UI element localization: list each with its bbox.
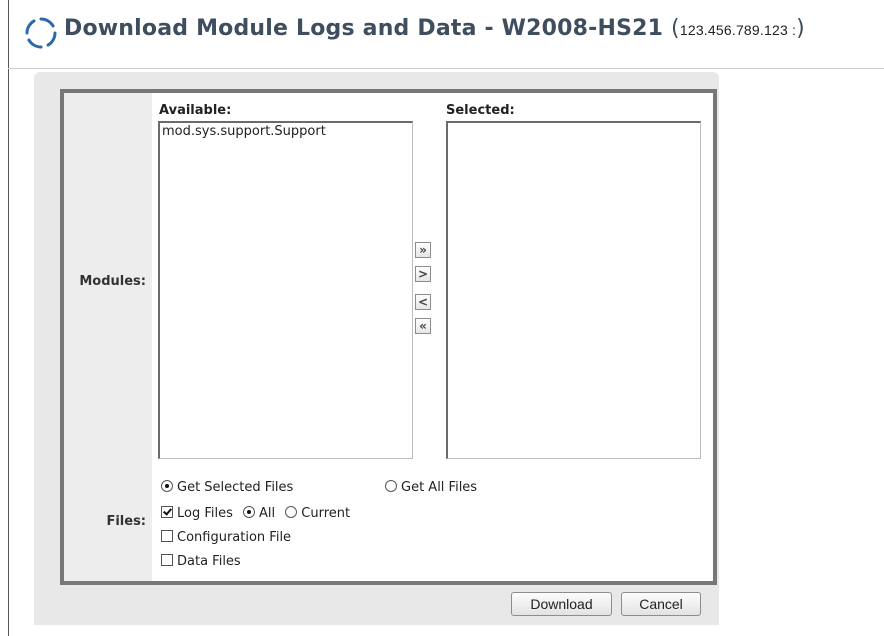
left-border (8, 0, 9, 636)
available-header: Available: (159, 103, 232, 118)
add-button[interactable]: > (415, 266, 431, 282)
host-ip-address: 123.456.789.123 (679, 22, 788, 38)
configuration-file-label: Configuration File (177, 530, 292, 545)
get-selected-files-radio[interactable] (161, 480, 173, 492)
configuration-file-checkbox[interactable] (161, 530, 173, 542)
log-all-radio[interactable] (243, 506, 256, 518)
data-files-option[interactable]: Data Files (161, 554, 241, 569)
get-all-files-option[interactable]: Get All Files (385, 480, 477, 495)
open-paren: ( (671, 16, 680, 41)
log-files-option[interactable]: Log Files All Current (161, 506, 350, 521)
label-column (64, 93, 152, 581)
host-ip-suffix: : (787, 22, 797, 38)
add-all-button[interactable]: » (415, 242, 431, 258)
remove-button[interactable]: < (415, 294, 431, 310)
log-files-label: Log Files (177, 506, 233, 521)
available-modules-list[interactable]: mod.sys.support.Support (158, 121, 413, 459)
download-button[interactable]: Download (511, 592, 612, 616)
close-paren: ) (796, 16, 805, 41)
cancel-button[interactable]: Cancel (621, 592, 701, 616)
loading-spinner-icon (25, 17, 57, 49)
log-current-label: Current (301, 506, 351, 521)
get-selected-files-option[interactable]: Get Selected Files (161, 480, 293, 495)
get-selected-files-label: Get Selected Files (177, 480, 294, 495)
modules-label: Modules: (79, 274, 146, 289)
list-item[interactable]: mod.sys.support.Support (160, 123, 412, 140)
get-all-files-label: Get All Files (401, 480, 478, 495)
page-title: Download Module Logs and Data - W2008-HS… (64, 16, 805, 41)
log-current-radio[interactable] (285, 506, 298, 518)
configuration-file-option[interactable]: Configuration File (161, 530, 291, 545)
log-all-label: All (259, 506, 276, 521)
page-title-text: Download Module Logs and Data - W2008-HS… (64, 16, 664, 41)
log-files-checkbox[interactable] (161, 506, 173, 518)
selected-header: Selected: (446, 103, 515, 118)
get-all-files-radio[interactable] (385, 480, 397, 492)
files-label: Files: (106, 514, 146, 529)
remove-all-button[interactable]: « (415, 318, 431, 334)
data-files-checkbox[interactable] (161, 554, 173, 566)
data-files-label: Data Files (177, 554, 241, 569)
selected-modules-list[interactable] (446, 121, 701, 459)
